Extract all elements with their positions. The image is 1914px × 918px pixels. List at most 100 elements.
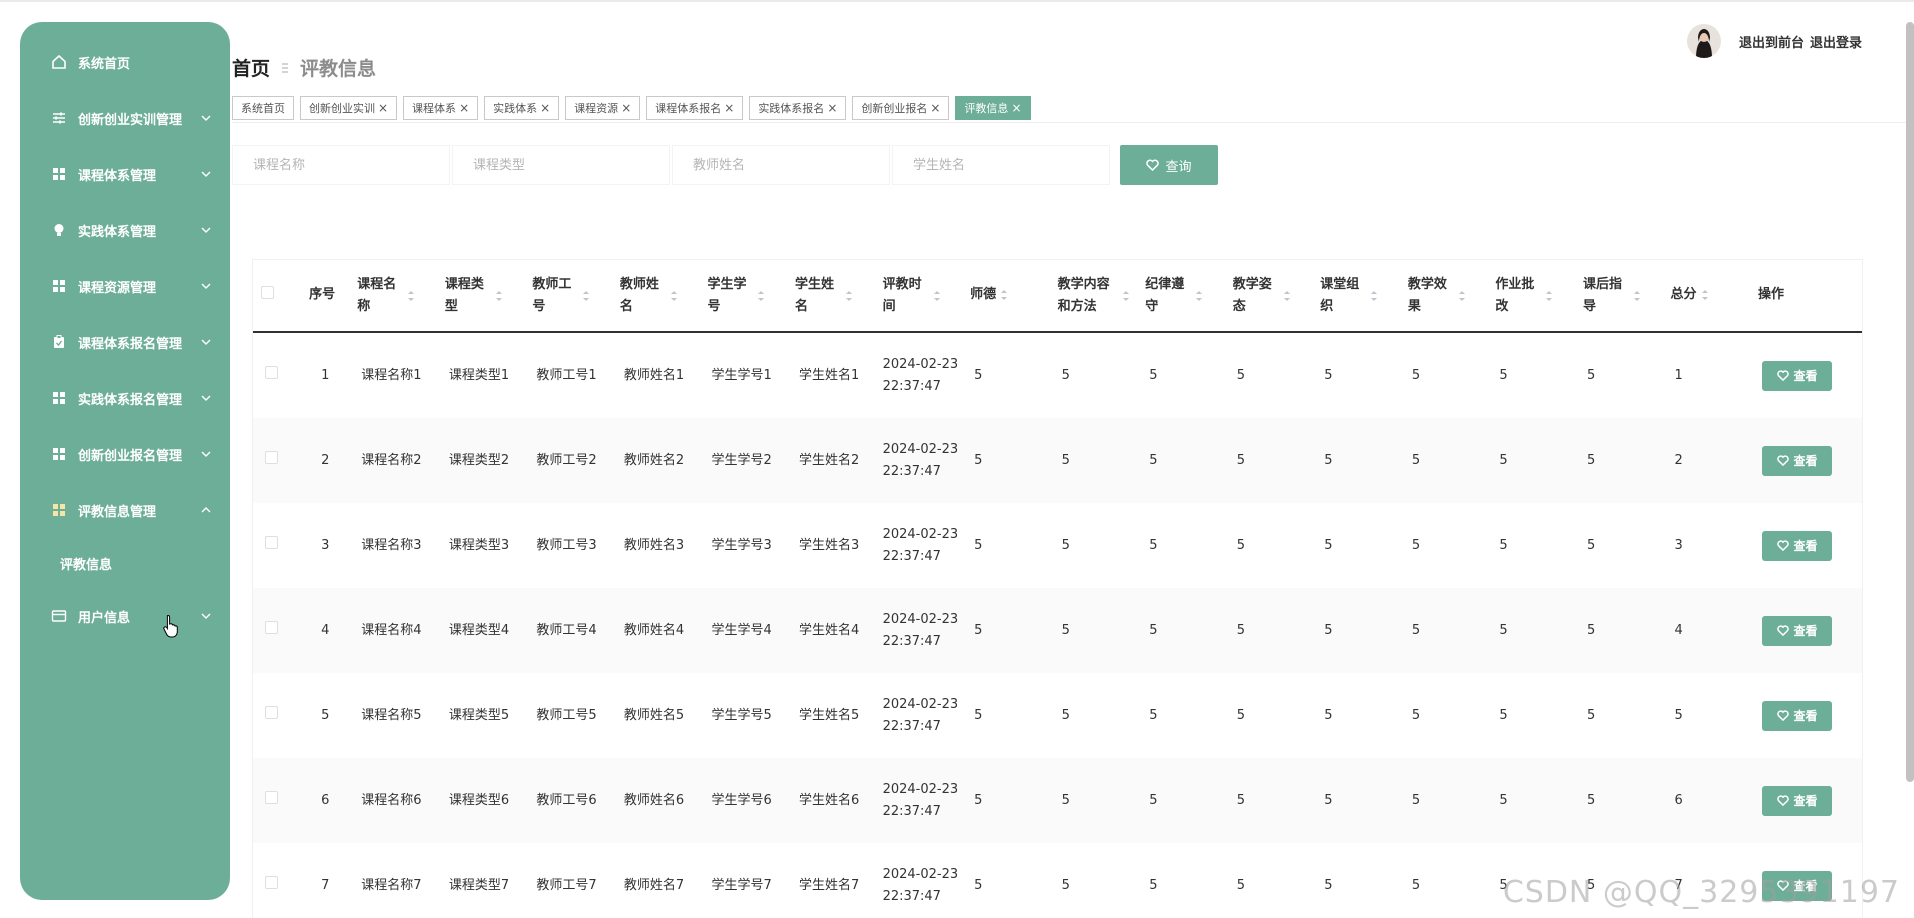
sort-caret-icon[interactable]: [582, 289, 590, 303]
close-icon[interactable]: ×: [459, 101, 469, 115]
sidebar-item-practice-enrollment[interactable]: 实践体系报名管理: [20, 370, 230, 426]
column-header-teacher_id[interactable]: 教师工号: [524, 260, 612, 333]
back-to-front-link[interactable]: 退出到前台: [1739, 32, 1804, 51]
sidebar: 系统首页 创新创业实训管理 课程体系管理 实践体系管理 课程资源管理 课程体系报…: [20, 22, 230, 900]
view-button[interactable]: 查看: [1762, 785, 1833, 816]
tag-evaluation-info[interactable]: 评教信息 ×: [955, 96, 1031, 120]
sort-caret-icon[interactable]: [1122, 289, 1130, 303]
column-header-course_name[interactable]: 课程名称: [349, 260, 437, 333]
tag-course-resources[interactable]: 课程资源 ×: [565, 96, 641, 120]
tag-course-system[interactable]: 课程体系 ×: [403, 96, 479, 120]
tag-practice-enrollment[interactable]: 实践体系报名 ×: [749, 96, 847, 120]
sort-caret-icon[interactable]: [407, 289, 415, 303]
column-header-discipline[interactable]: 纪律遵守: [1137, 260, 1225, 333]
page-scrollbar[interactable]: [1906, 22, 1914, 782]
chevron-down-icon: [201, 339, 211, 345]
cell-posture: 5: [1236, 367, 1246, 383]
sort-caret-icon[interactable]: [1458, 289, 1466, 303]
column-header-ethics[interactable]: 师德: [962, 260, 1050, 333]
cell-guidance: 5: [1574, 588, 1663, 673]
row-checkbox[interactable]: [265, 875, 278, 889]
column-header-student_id[interactable]: 学生学号: [699, 260, 788, 333]
sort-caret-icon[interactable]: [757, 289, 765, 303]
avatar[interactable]: [1686, 24, 1721, 58]
sidebar-item-evaluation[interactable]: 评教信息管理: [20, 482, 230, 538]
close-icon[interactable]: ×: [540, 101, 550, 115]
sidebar-item-user-info[interactable]: 用户信息: [20, 588, 230, 644]
close-icon[interactable]: ×: [1011, 101, 1021, 115]
sidebar-item-innovation-training[interactable]: 创新创业实训管理: [20, 90, 230, 146]
table-row[interactable]: 1 课程名称1 课程类型1 教师工号1 教师姓名1 学生学号1 学生姓名1 2024-02-2…: [253, 332, 1862, 418]
sort-caret-icon[interactable]: [1370, 289, 1378, 303]
logout-link[interactable]: 退出登录: [1810, 32, 1862, 51]
row-checkbox[interactable]: [265, 535, 278, 549]
teacher-name-input[interactable]: [672, 145, 890, 185]
close-icon[interactable]: ×: [724, 101, 734, 115]
column-header-homework[interactable]: 作业批改: [1487, 260, 1575, 333]
column-header-guidance[interactable]: 课后指导: [1574, 260, 1663, 333]
close-icon[interactable]: ×: [827, 101, 837, 115]
tag-home[interactable]: 系统首页: [232, 96, 294, 120]
table-row[interactable]: 6 课程名称6 课程类型6 教师工号6 教师姓名6 学生学号6 学生姓名6 2024-02-2…: [253, 758, 1862, 843]
chevron-down-icon: [201, 283, 211, 289]
column-header-organization[interactable]: 课堂组织: [1312, 260, 1400, 333]
close-icon[interactable]: ×: [930, 101, 940, 115]
row-checkbox[interactable]: [265, 705, 278, 719]
sort-caret-icon[interactable]: [1195, 289, 1203, 303]
sort-caret-icon[interactable]: [670, 289, 678, 303]
clipboard-icon: [50, 333, 68, 351]
sort-caret-icon[interactable]: [1633, 289, 1641, 303]
column-header-course_type[interactable]: 课程类型: [436, 260, 525, 333]
sort-caret-icon[interactable]: [1701, 288, 1709, 302]
cell-student_name: 学生姓名7: [799, 877, 860, 893]
tag-practice-system[interactable]: 实践体系 ×: [484, 96, 560, 120]
close-icon[interactable]: ×: [378, 101, 388, 115]
tag-innovation-enrollment[interactable]: 创新创业报名 ×: [852, 96, 950, 120]
row-checkbox[interactable]: [265, 620, 278, 634]
sidebar-item-course-enrollment[interactable]: 课程体系报名管理: [20, 314, 230, 370]
row-checkbox[interactable]: [265, 365, 278, 379]
column-header-eval_time[interactable]: 评教时间: [874, 260, 963, 333]
sidebar-item-course-resources[interactable]: 课程资源管理: [20, 258, 230, 314]
student-name-input[interactable]: [892, 145, 1110, 185]
sidebar-subitem-evaluation-info[interactable]: 评教信息: [20, 538, 230, 588]
view-button[interactable]: 查看: [1762, 445, 1833, 476]
row-checkbox[interactable]: [265, 790, 278, 804]
sidebar-item-innovation-enrollment[interactable]: 创新创业报名管理: [20, 426, 230, 482]
course-name-input[interactable]: [232, 145, 450, 185]
breadcrumb-home[interactable]: 首页: [232, 54, 270, 81]
query-button[interactable]: 查询: [1120, 145, 1218, 185]
sidebar-item-label: 创新创业报名管理: [78, 448, 183, 464]
sidebar-item-course-system[interactable]: 课程体系管理: [20, 146, 230, 202]
tag-innovation-training[interactable]: 创新创业实训 ×: [300, 96, 398, 120]
sort-caret-icon[interactable]: [1000, 288, 1008, 302]
sort-caret-icon[interactable]: [845, 289, 853, 303]
sort-caret-icon[interactable]: [1283, 289, 1291, 303]
view-button[interactable]: 查看: [1762, 615, 1833, 646]
course-type-input[interactable]: [452, 145, 670, 185]
sort-caret-icon[interactable]: [1545, 289, 1553, 303]
column-header-effect[interactable]: 教学效果: [1399, 260, 1488, 333]
close-icon[interactable]: ×: [621, 101, 631, 115]
tag-course-enrollment[interactable]: 课程体系报名 ×: [646, 96, 744, 120]
table-row[interactable]: 5 课程名称5 课程类型5 教师工号5 教师姓名5 学生学号5 学生姓名5 2024-02-2…: [253, 673, 1862, 758]
view-button[interactable]: 查看: [1762, 530, 1833, 561]
sidebar-item-label: 实践体系报名管理: [78, 392, 183, 408]
column-header-content[interactable]: 教学内容和方法: [1049, 260, 1138, 333]
sidebar-item-practice-system[interactable]: 实践体系管理: [20, 202, 230, 258]
column-header-student_name[interactable]: 学生姓名: [787, 260, 875, 333]
sort-caret-icon[interactable]: [933, 289, 941, 303]
view-button[interactable]: 查看: [1762, 360, 1833, 391]
sidebar-item-home[interactable]: 系统首页: [20, 34, 230, 90]
column-header-teacher_name[interactable]: 教师姓名: [611, 260, 700, 333]
row-checkbox[interactable]: [265, 450, 278, 464]
view-button[interactable]: 查看: [1762, 700, 1833, 731]
column-header-posture[interactable]: 教学姿态: [1224, 260, 1313, 333]
sort-caret-icon[interactable]: [495, 289, 503, 303]
table-row[interactable]: 4 课程名称4 课程类型4 教师工号4 教师姓名4 学生学号4 学生姓名4 2024-02-2…: [253, 588, 1862, 673]
select-all-checkbox[interactable]: [261, 285, 274, 299]
column-header-total[interactable]: 总分: [1662, 260, 1751, 333]
table-row[interactable]: 2 课程名称2 课程类型2 教师工号2 教师姓名2 学生学号2 学生姓名2 2024-02-2…: [253, 418, 1862, 503]
cell-eval_time: 2024-02-23 22:37:47: [874, 418, 963, 503]
table-row[interactable]: 3 课程名称3 课程类型3 教师工号3 教师姓名3 学生学号3 学生姓名3 2024-02-2…: [253, 503, 1862, 588]
